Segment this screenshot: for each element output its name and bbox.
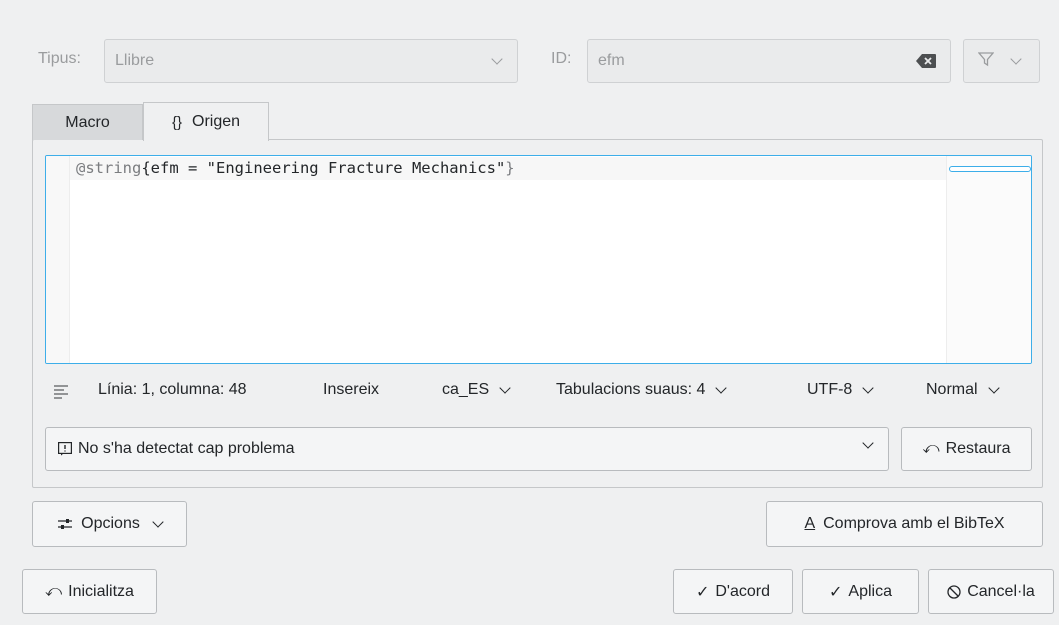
chevron-down-icon [715,381,728,394]
braces-icon: {} [171,113,182,131]
indentation-selector[interactable]: Tabulacions suaus: 4 [556,381,728,399]
tab-origen-label: Origen [192,113,241,130]
type-label: Tipus: [38,50,81,67]
options-button[interactable]: Opcions [32,501,187,547]
editor-gutter [46,156,70,363]
tab-origen[interactable]: {} Origen [143,102,269,141]
filter-icon [977,51,995,72]
cursor-position[interactable]: Línia: 1, columna: 48 [98,381,247,399]
clear-text-icon[interactable] [916,54,936,73]
apply-button[interactable]: ✓ Aplica [802,569,919,614]
indentation-label: Tabulacions suaus: 4 [556,381,706,398]
check-bibtex-button[interactable]: A Comprova amb el BibTeX [766,501,1043,547]
sliders-icon [57,517,73,531]
id-value: efm [598,52,625,69]
id-label: ID: [551,50,572,67]
restore-label: Restaura [945,440,1011,457]
code-open-brace: { [141,159,151,177]
encoding-selector[interactable]: UTF-8 [807,381,874,399]
highlight-mode-selector[interactable]: Normal [926,381,1000,399]
code-body: efm = "Engineering Fracture Mechanics" [150,159,506,177]
chevron-down-icon [862,381,874,394]
ok-label: D'acord [715,582,771,600]
undo-icon: ⤺ [922,440,940,457]
encoding-label: UTF-8 [807,381,853,398]
cancel-button[interactable]: Cancel·la [928,569,1054,614]
ok-button[interactable]: ✓ D'acord [673,569,793,614]
filter-button[interactable] [963,39,1040,83]
chevron-down-icon [499,381,511,394]
reset-label: Inicialitza [68,582,134,600]
tab-macro[interactable]: Macro [32,104,143,140]
minimap-viewport[interactable] [949,166,1031,172]
dictionary-label: ca_ES [442,381,490,398]
menu-lines-icon[interactable] [54,384,68,405]
chevron-down-icon [862,437,874,449]
problems-message: No s'ha detectat cap problema [78,440,295,457]
reset-button[interactable]: ⤺ Inicialitza [22,569,157,614]
text-check-icon: A [804,515,816,532]
cancel-icon [947,584,961,599]
check-icon: ✓ [695,583,710,601]
check-bibtex-label: Comprova amb el BibTeX [823,515,1005,532]
source-editor[interactable]: @string{efm = "Engineering Fracture Mech… [45,155,1032,364]
undo-icon: ⤺ [45,582,63,600]
problems-combo[interactable]: No s'ha detectat cap problema [45,427,889,471]
chevron-down-icon [152,515,164,528]
restore-button[interactable]: ⤺ Restaura [901,427,1032,471]
message-icon [58,442,72,456]
tab-macro-label: Macro [65,113,110,131]
id-field[interactable]: efm [587,39,951,83]
input-mode[interactable]: Insereix [323,381,379,399]
chevron-down-icon [987,381,1000,394]
highlight-mode-label: Normal [926,381,978,398]
code-keyword: @string [76,159,142,177]
chevron-down-icon [491,53,503,65]
apply-label: Aplica [848,582,892,600]
cancel-label: Cancel·la [967,582,1035,600]
code-line: @string{efm = "Engineering Fracture Mech… [76,159,515,177]
type-combo[interactable]: Llibre [104,39,518,83]
chevron-down-icon [1010,52,1022,65]
options-label: Opcions [81,515,140,532]
code-close-brace: } [505,159,515,177]
minimap[interactable] [946,156,1031,363]
check-icon: ✓ [829,583,843,601]
type-value: Llibre [115,52,155,69]
dictionary-selector[interactable]: ca_ES [442,381,511,399]
